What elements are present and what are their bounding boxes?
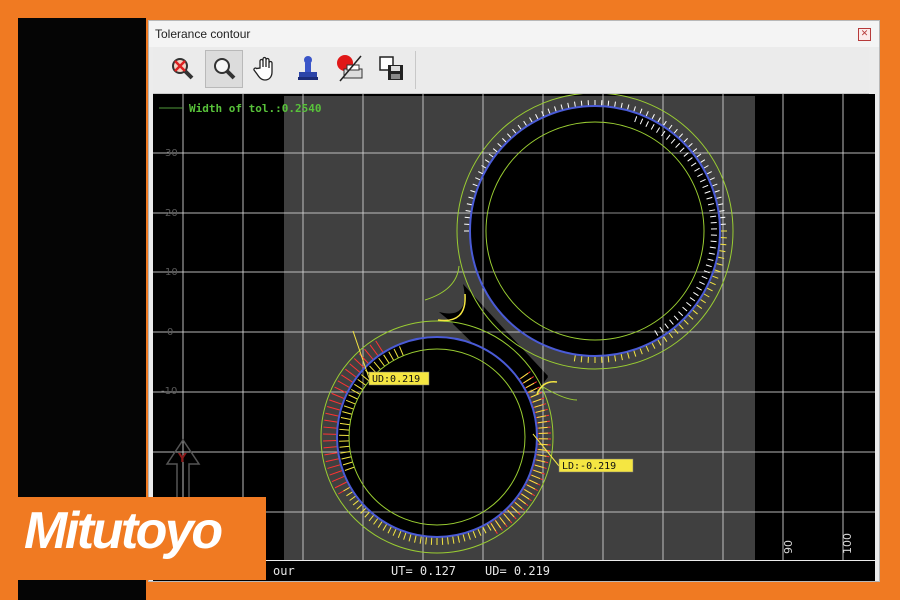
pan-button[interactable] (247, 50, 285, 88)
x-tick-90: 90 (782, 540, 795, 554)
large-lobe-fill (470, 106, 720, 356)
print-button[interactable] (331, 50, 369, 88)
stamp-button[interactable] (289, 50, 327, 88)
upper-dev-tick (538, 443, 548, 446)
y-tick-10: 10 (165, 267, 178, 278)
hand-pan-icon (253, 56, 273, 81)
save-image-icon (379, 56, 403, 80)
width-of-tol-label: Width of tol.:0.2540 (189, 102, 321, 115)
mitutoyo-logo: Mitutoyo (18, 497, 266, 580)
zoom-cancel-button[interactable] (163, 50, 201, 88)
readout-ut: UT= 0.127 (391, 564, 457, 578)
readout-row1-left: our (273, 564, 295, 578)
y-tick-20: 20 (165, 208, 178, 219)
save-image-button[interactable] (373, 50, 411, 88)
readout-ud: UD= 0.219 (485, 564, 551, 578)
y-tick-minus10: -10 (161, 386, 177, 397)
window-title: Tolerance contour (155, 27, 251, 41)
y-axis-letter: Y (177, 451, 187, 465)
zoom-icon (214, 58, 236, 80)
ud-label: UD:0.219 (372, 374, 420, 385)
ld-label: LD:-0.219 (562, 461, 616, 472)
y-tick-0: 0 (167, 327, 173, 338)
contour-plot[interactable]: Width of tol.:0.2540 30 20 10 0 -10 90 1… (153, 94, 875, 560)
y-tick-30: 30 (165, 148, 178, 159)
stamp-icon (298, 56, 318, 80)
toolbar (153, 47, 869, 94)
close-button[interactable]: ✕ (858, 28, 871, 41)
print-icon (337, 55, 363, 82)
x-tick-100: 100 (841, 533, 854, 554)
logo-text: Mitutoyo (24, 502, 223, 560)
toolbar-separator (415, 51, 416, 89)
upper-dev-tick (710, 240, 717, 243)
contour-plot-svg: Width of tol.:0.2540 30 20 10 0 -10 90 1… (153, 94, 875, 560)
zoom-cancel-icon (172, 58, 194, 80)
zoom-button[interactable] (205, 50, 243, 88)
title-bar: Tolerance contour ✕ (149, 21, 879, 47)
